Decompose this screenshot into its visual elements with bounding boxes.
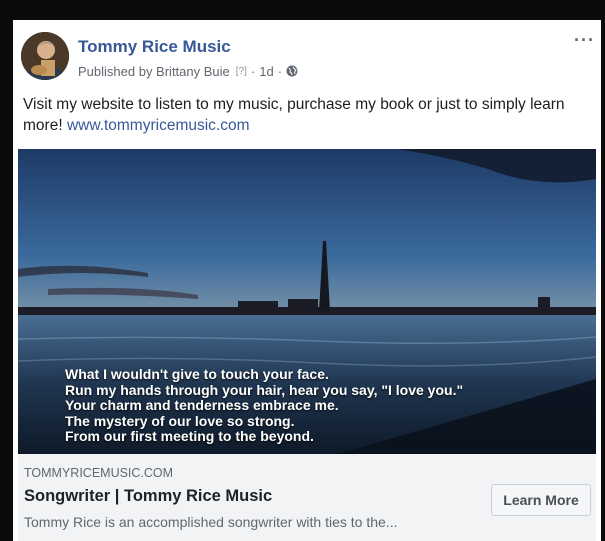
page-name-link[interactable]: Tommy Rice Music bbox=[78, 37, 231, 57]
link-title[interactable]: Songwriter | Tommy Rice Music bbox=[24, 487, 272, 506]
link-domain: TOMMYRICEMUSIC.COM bbox=[24, 466, 174, 480]
more-options-icon[interactable]: ··· bbox=[574, 30, 595, 51]
post-image[interactable]: What I wouldn't give to touch your face.… bbox=[18, 149, 596, 454]
facebook-post-card: Tommy Rice Music Published by Brittany B… bbox=[13, 20, 601, 541]
poem-line: Run my hands through your hair, hear you… bbox=[65, 381, 464, 398]
learn-more-button[interactable]: Learn More bbox=[491, 484, 591, 516]
link-description: Tommy Rice is an accomplished songwriter… bbox=[24, 514, 398, 530]
post-meta: Published by Brittany Buie [?] · 1d · bbox=[78, 62, 298, 80]
avatar[interactable] bbox=[21, 32, 69, 80]
meta-separator: · bbox=[250, 63, 256, 79]
post-header: Tommy Rice Music Published by Brittany B… bbox=[13, 20, 601, 94]
website-link[interactable]: www.tommyricemusic.com bbox=[67, 117, 250, 134]
post-time[interactable]: 1d bbox=[259, 64, 273, 79]
meta-separator-2: · bbox=[277, 63, 283, 79]
screenshot-frame: Tommy Rice Music Published by Brittany B… bbox=[0, 0, 605, 541]
help-marker[interactable]: [?] bbox=[236, 66, 247, 77]
globe-icon[interactable] bbox=[286, 65, 298, 77]
link-preview[interactable]: TOMMYRICEMUSIC.COM Songwriter | Tommy Ri… bbox=[18, 454, 596, 541]
poem-line: From our first meeting to the beyond. bbox=[65, 428, 314, 444]
poem-overlay: What I wouldn't give to touch your face.… bbox=[65, 366, 464, 445]
poem-line: The mystery of our love so strong. bbox=[65, 412, 295, 429]
poem-line: Your charm and tenderness embrace me. bbox=[65, 397, 339, 413]
poem-line: What I wouldn't give to touch your face. bbox=[65, 366, 329, 382]
post-text: Visit my website to listen to my music, … bbox=[23, 94, 583, 136]
published-by-text: Published by Brittany Buie bbox=[78, 63, 230, 79]
